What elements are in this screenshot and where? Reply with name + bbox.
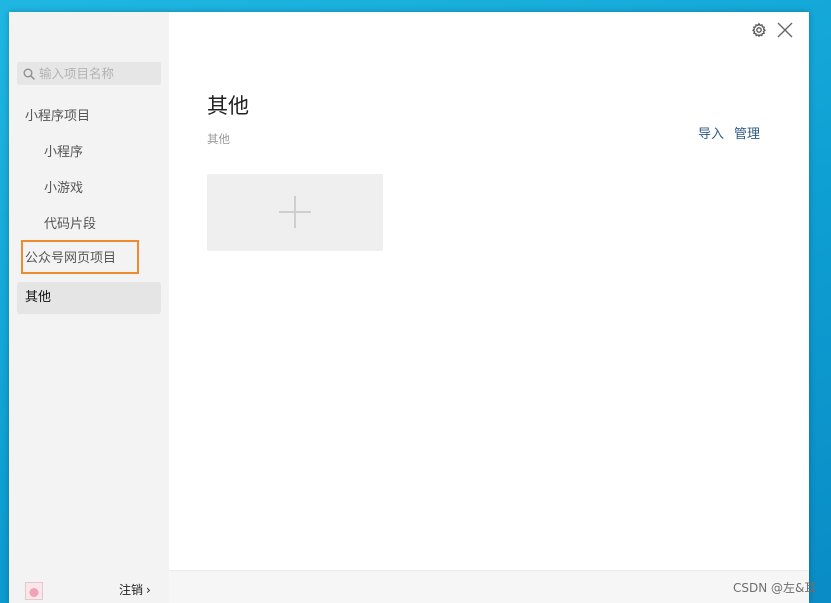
search-box[interactable] <box>17 62 161 85</box>
sidebar-item-other[interactable]: 其他 <box>17 282 161 314</box>
add-project-card[interactable] <box>207 174 383 251</box>
sidebar-item-miniprogram-projects[interactable]: 小程序项目 <box>25 107 90 127</box>
logout-label: 注销 <box>119 583 144 597</box>
sidebar-item-miniprogram[interactable]: 小程序 <box>44 143 83 163</box>
sidebar-item-code-snippets[interactable]: 代码片段 <box>44 215 96 235</box>
watermark: CSDN @左&耳 <box>733 581 817 595</box>
avatar[interactable] <box>25 582 43 600</box>
project-manager-window: 小程序项目 小程序 小游戏 代码片段 公众号网页项目 其他 注销› 其他 其他 … <box>9 12 809 603</box>
close-icon[interactable] <box>776 21 794 39</box>
manage-link[interactable]: 管理 <box>734 123 760 142</box>
sidebar: 小程序项目 小程序 小游戏 代码片段 公众号网页项目 其他 注销› <box>9 12 169 603</box>
chevron-right-icon: › <box>146 583 151 597</box>
logout-button[interactable]: 注销 › <box>119 581 151 599</box>
footer-bar <box>169 570 809 603</box>
import-link[interactable]: 导入 <box>698 123 724 142</box>
page-subtitle: 其他 <box>207 132 230 146</box>
sidebar-item-official-account-web[interactable]: 公众号网页项目 <box>21 240 139 274</box>
search-icon <box>23 68 35 80</box>
page-title: 其他 <box>207 94 249 118</box>
plus-icon <box>279 196 311 228</box>
sidebar-item-minigame[interactable]: 小游戏 <box>44 179 83 199</box>
gear-icon[interactable] <box>751 22 767 38</box>
search-input[interactable] <box>39 66 151 81</box>
